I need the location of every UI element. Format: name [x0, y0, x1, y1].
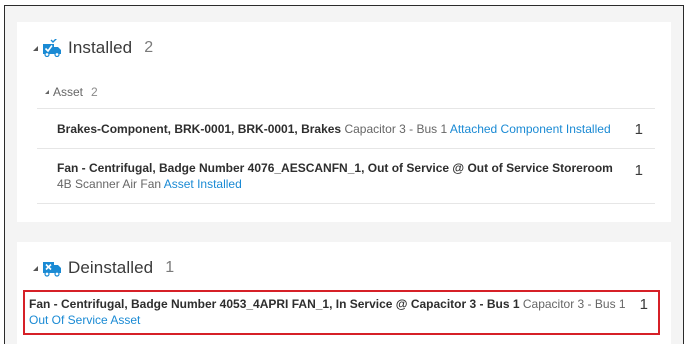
list-item-quantity: 1	[634, 121, 643, 138]
list-item-title: Fan - Centrifugal, Badge Number 4076_AES…	[57, 161, 613, 175]
screenshot-frame: Installed 2 Asset 2 Brakes-Component, BR…	[4, 5, 684, 344]
list-item-title: Brakes-Component, BRK-0001, BRK-0001, Br…	[57, 122, 342, 136]
deinstalled-count: 1	[165, 259, 175, 276]
list-item-text: Fan - Centrifugal, Badge Number 4053_4AP…	[29, 296, 629, 328]
list-item-location: 4B Scanner Air Fan	[57, 177, 162, 191]
installed-panel: Installed 2 Asset 2 Brakes-Component, BR…	[17, 22, 671, 222]
list-item-status-link[interactable]: Attached Component Installed	[450, 122, 611, 136]
group-collapse-caret-icon[interactable]	[45, 90, 49, 94]
deinstalled-title: Deinstalled	[68, 258, 154, 277]
list-item-location: Capacitor 3 - Bus 1	[522, 297, 626, 311]
list-item-highlighted[interactable]: Fan - Centrifugal, Badge Number 4053_4AP…	[23, 290, 660, 335]
asset-group-label: Asset	[53, 85, 84, 99]
installed-count: 2	[144, 39, 154, 56]
installed-section-header[interactable]: Installed 2	[33, 36, 153, 60]
list-item-text: Brakes-Component, BRK-0001, BRK-0001, Br…	[57, 121, 627, 137]
list-item-quantity: 1	[639, 296, 648, 313]
list-item-status-link[interactable]: Asset Installed	[164, 177, 242, 191]
asset-group-count: 2	[91, 85, 98, 99]
list-item-status-link[interactable]: Out Of Service Asset	[29, 313, 140, 327]
deinstalled-panel: Deinstalled 1 Fan - Centrifugal, Badge N…	[17, 242, 671, 344]
collapse-caret-icon[interactable]	[33, 265, 38, 271]
list-item-title: Fan - Centrifugal, Badge Number 4053_4AP…	[29, 297, 520, 311]
installed-title: Installed	[68, 38, 133, 57]
deinstalled-section-header[interactable]: Deinstalled 1	[33, 256, 174, 280]
list-item[interactable]: Brakes-Component, BRK-0001, BRK-0001, Br…	[37, 108, 655, 148]
list-item-text: Fan - Centrifugal, Badge Number 4076_AES…	[57, 160, 627, 192]
list-item[interactable]: Fan - Centrifugal, Badge Number 4076_AES…	[37, 148, 655, 204]
truck-check-icon	[43, 39, 61, 57]
list-item-quantity: 1	[634, 162, 643, 179]
asset-group-header[interactable]: Asset 2	[45, 84, 98, 100]
truck-remove-icon	[43, 262, 61, 277]
collapse-caret-icon[interactable]	[33, 45, 38, 51]
list-item-location: Capacitor 3 - Bus 1	[344, 122, 448, 136]
